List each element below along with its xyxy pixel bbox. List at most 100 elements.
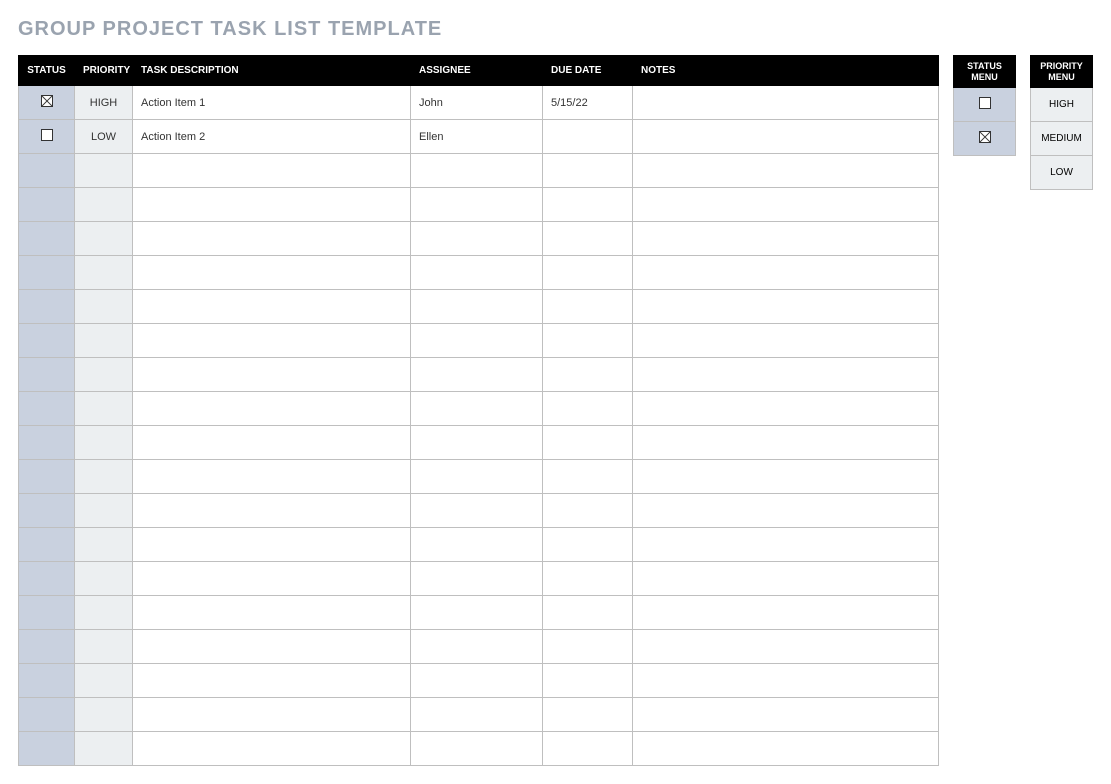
notes-cell[interactable]: [633, 222, 939, 256]
task-cell[interactable]: [133, 596, 411, 630]
task-cell[interactable]: Action Item 2: [133, 120, 411, 154]
priority-cell[interactable]: [75, 528, 133, 562]
status-cell[interactable]: [19, 528, 75, 562]
assignee-cell[interactable]: [411, 290, 543, 324]
notes-cell[interactable]: [633, 630, 939, 664]
priority-cell[interactable]: [75, 324, 133, 358]
task-cell[interactable]: [133, 528, 411, 562]
assignee-cell[interactable]: [411, 664, 543, 698]
status-cell[interactable]: [19, 630, 75, 664]
priority-menu-option[interactable]: LOW: [1031, 156, 1093, 190]
task-cell[interactable]: [133, 460, 411, 494]
priority-cell[interactable]: [75, 698, 133, 732]
task-cell[interactable]: [133, 698, 411, 732]
status-cell[interactable]: [19, 154, 75, 188]
notes-cell[interactable]: [633, 460, 939, 494]
status-cell[interactable]: [19, 426, 75, 460]
notes-cell[interactable]: [633, 562, 939, 596]
assignee-cell[interactable]: [411, 698, 543, 732]
notes-cell[interactable]: [633, 188, 939, 222]
assignee-cell[interactable]: [411, 222, 543, 256]
task-cell[interactable]: [133, 630, 411, 664]
duedate-cell[interactable]: [543, 732, 633, 766]
status-cell[interactable]: [19, 562, 75, 596]
status-cell[interactable]: [19, 120, 75, 154]
notes-cell[interactable]: [633, 494, 939, 528]
duedate-cell[interactable]: [543, 154, 633, 188]
notes-cell[interactable]: [633, 392, 939, 426]
status-cell[interactable]: [19, 222, 75, 256]
priority-cell[interactable]: [75, 222, 133, 256]
task-cell[interactable]: [133, 664, 411, 698]
status-cell[interactable]: [19, 358, 75, 392]
assignee-cell[interactable]: [411, 562, 543, 596]
assignee-cell[interactable]: [411, 426, 543, 460]
task-cell[interactable]: [133, 324, 411, 358]
task-cell[interactable]: [133, 290, 411, 324]
duedate-cell[interactable]: [543, 290, 633, 324]
priority-cell[interactable]: HIGH: [75, 86, 133, 120]
duedate-cell[interactable]: [543, 494, 633, 528]
assignee-cell[interactable]: [411, 188, 543, 222]
duedate-cell[interactable]: [543, 256, 633, 290]
notes-cell[interactable]: [633, 664, 939, 698]
duedate-cell[interactable]: [543, 358, 633, 392]
status-cell[interactable]: [19, 698, 75, 732]
priority-cell[interactable]: [75, 290, 133, 324]
assignee-cell[interactable]: [411, 154, 543, 188]
notes-cell[interactable]: [633, 732, 939, 766]
duedate-cell[interactable]: [543, 596, 633, 630]
priority-menu-option[interactable]: MEDIUM: [1031, 122, 1093, 156]
status-cell[interactable]: [19, 188, 75, 222]
assignee-cell[interactable]: [411, 528, 543, 562]
duedate-cell[interactable]: [543, 664, 633, 698]
assignee-cell[interactable]: [411, 256, 543, 290]
priority-cell[interactable]: [75, 188, 133, 222]
assignee-cell[interactable]: [411, 630, 543, 664]
duedate-cell[interactable]: [543, 562, 633, 596]
assignee-cell[interactable]: [411, 596, 543, 630]
assignee-cell[interactable]: [411, 358, 543, 392]
task-cell[interactable]: [133, 256, 411, 290]
priority-cell[interactable]: [75, 460, 133, 494]
priority-cell[interactable]: [75, 732, 133, 766]
duedate-cell[interactable]: [543, 698, 633, 732]
notes-cell[interactable]: [633, 324, 939, 358]
status-checkbox-icon[interactable]: [41, 129, 53, 141]
status-cell[interactable]: [19, 392, 75, 426]
notes-cell[interactable]: [633, 358, 939, 392]
status-cell[interactable]: [19, 596, 75, 630]
duedate-cell[interactable]: [543, 528, 633, 562]
priority-cell[interactable]: [75, 392, 133, 426]
assignee-cell[interactable]: [411, 324, 543, 358]
duedate-cell[interactable]: 5/15/22: [543, 86, 633, 120]
priority-cell[interactable]: LOW: [75, 120, 133, 154]
duedate-cell[interactable]: [543, 426, 633, 460]
task-cell[interactable]: [133, 732, 411, 766]
priority-cell[interactable]: [75, 358, 133, 392]
priority-cell[interactable]: [75, 562, 133, 596]
status-cell[interactable]: [19, 664, 75, 698]
duedate-cell[interactable]: [543, 120, 633, 154]
task-cell[interactable]: [133, 392, 411, 426]
status-cell[interactable]: [19, 256, 75, 290]
assignee-cell[interactable]: Ellen: [411, 120, 543, 154]
status-cell[interactable]: [19, 494, 75, 528]
status-menu-option[interactable]: [954, 88, 1016, 122]
task-cell[interactable]: [133, 494, 411, 528]
duedate-cell[interactable]: [543, 222, 633, 256]
status-cell[interactable]: [19, 732, 75, 766]
assignee-cell[interactable]: [411, 460, 543, 494]
task-cell[interactable]: [133, 188, 411, 222]
status-cell[interactable]: [19, 460, 75, 494]
status-menu-option[interactable]: [954, 122, 1016, 156]
duedate-cell[interactable]: [543, 392, 633, 426]
status-cell[interactable]: [19, 324, 75, 358]
status-cell[interactable]: [19, 290, 75, 324]
priority-cell[interactable]: [75, 154, 133, 188]
notes-cell[interactable]: [633, 528, 939, 562]
task-cell[interactable]: [133, 154, 411, 188]
notes-cell[interactable]: [633, 290, 939, 324]
task-cell[interactable]: [133, 562, 411, 596]
task-cell[interactable]: [133, 358, 411, 392]
